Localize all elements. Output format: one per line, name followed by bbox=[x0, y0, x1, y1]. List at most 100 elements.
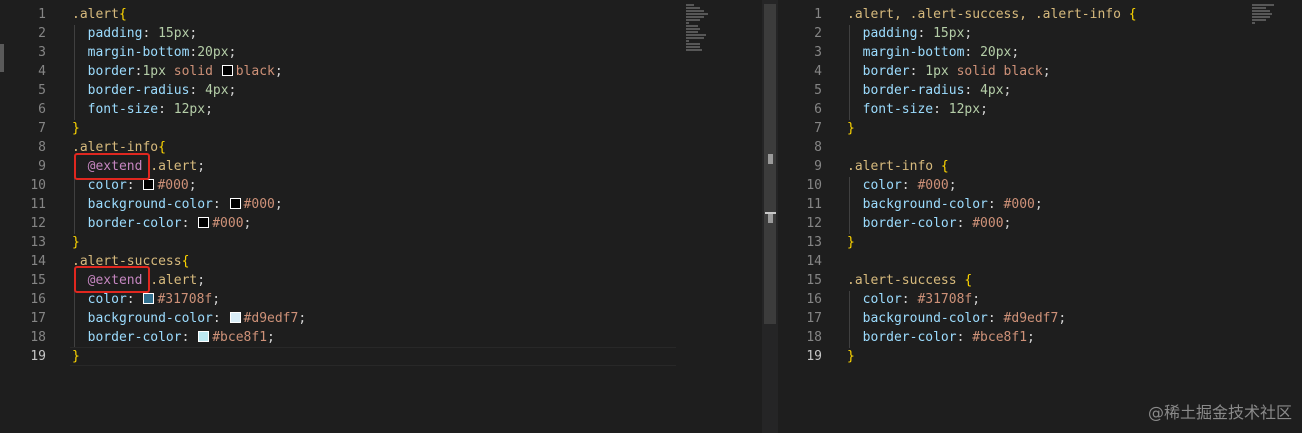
code-line[interactable]: 5 border-radius: 4px; bbox=[778, 81, 1302, 100]
code-line[interactable]: 11 background-color: #000; bbox=[0, 195, 762, 214]
code-text[interactable]: border:1px solid black; bbox=[72, 62, 283, 81]
code-line[interactable]: 18 border-color: #bce8f1; bbox=[778, 328, 1302, 347]
code-text[interactable]: background-color: #d9edf7; bbox=[847, 309, 1067, 328]
code-text[interactable]: border-radius: 4px; bbox=[847, 81, 1012, 100]
color-swatch-icon[interactable] bbox=[229, 198, 241, 209]
code-text[interactable]: color: #31708f; bbox=[847, 290, 980, 309]
code-token: : bbox=[126, 292, 143, 307]
code-text[interactable]: .alert-success { bbox=[847, 271, 972, 290]
code-text[interactable]: } bbox=[847, 347, 855, 366]
code-line[interactable]: 16 color: #31708f; bbox=[778, 290, 1302, 309]
color-swatch-icon[interactable] bbox=[143, 293, 155, 304]
right-minimap[interactable] bbox=[1252, 4, 1276, 25]
color-swatch-icon[interactable] bbox=[229, 312, 241, 323]
code-line[interactable]: 15 .alert-success { bbox=[778, 271, 1302, 290]
code-token: #000 bbox=[157, 178, 189, 193]
left-editor-pane[interactable]: 1 .alert{2 padding: 15px; 3 margin-bottom:… bbox=[0, 0, 762, 433]
code-line[interactable]: 13} bbox=[778, 233, 1302, 252]
right-editor-pane[interactable]: 1 .alert, .alert-success, .alert-info {2 … bbox=[778, 0, 1302, 433]
code-line[interactable]: 4 border: 1px solid black; bbox=[778, 62, 1302, 81]
code-line[interactable]: 17 background-color: #d9edf7; bbox=[0, 309, 762, 328]
line-number: 12 bbox=[806, 216, 822, 231]
code-text[interactable]: } bbox=[847, 233, 855, 252]
code-text[interactable]: border-radius: 4px; bbox=[72, 81, 237, 100]
code-text[interactable]: } bbox=[72, 347, 80, 366]
code-text[interactable]: border-color: #bce8f1; bbox=[847, 328, 1035, 347]
code-line[interactable]: 12 border-color: #000; bbox=[0, 214, 762, 233]
right-code-lines[interactable]: 1 .alert, .alert-success, .alert-info {2 … bbox=[778, 5, 1302, 366]
code-text[interactable]: } bbox=[72, 119, 80, 138]
code-text[interactable]: background-color: #000; bbox=[72, 195, 283, 214]
color-swatch-icon[interactable] bbox=[143, 179, 155, 190]
code-line[interactable]: 2 padding: 15px; bbox=[0, 24, 762, 43]
code-token: } bbox=[847, 121, 855, 136]
code-text[interactable]: padding: 15px; bbox=[847, 24, 973, 43]
color-swatch-icon[interactable] bbox=[221, 65, 233, 76]
code-text[interactable]: font-size: 12px; bbox=[847, 100, 988, 119]
left-minimap[interactable] bbox=[686, 4, 710, 52]
code-token: margin-bottom bbox=[87, 45, 190, 60]
code-line[interactable]: 5 border-radius: 4px; bbox=[0, 81, 762, 100]
splitter-marker bbox=[768, 214, 773, 223]
code-line[interactable]: 14 bbox=[778, 252, 1302, 271]
code-line[interactable]: 13} bbox=[0, 233, 762, 252]
code-line[interactable]: 6 font-size: 12px; bbox=[0, 100, 762, 119]
code-line[interactable]: 4 border:1px solid black; bbox=[0, 62, 762, 81]
code-line[interactable]: 3 margin-bottom: 20px; bbox=[778, 43, 1302, 62]
code-text[interactable]: } bbox=[72, 233, 80, 252]
code-text[interactable]: padding: 15px; bbox=[72, 24, 198, 43]
watermark: @稀土掘金技术社区 bbox=[1147, 403, 1292, 422]
code-line[interactable]: 6 font-size: 12px; bbox=[778, 100, 1302, 119]
code-token: .alert bbox=[72, 7, 119, 22]
code-line[interactable]: 10 color: #000; bbox=[778, 176, 1302, 195]
code-line[interactable]: 9 .alert-info { bbox=[778, 157, 1302, 176]
code-text[interactable]: border-color: #000; bbox=[847, 214, 1012, 233]
color-swatch-icon[interactable] bbox=[198, 217, 210, 228]
code-token: : bbox=[901, 292, 918, 307]
line-number: 1 bbox=[814, 7, 822, 22]
code-token: : bbox=[212, 311, 229, 326]
line-number: 6 bbox=[38, 102, 46, 117]
code-text[interactable]: margin-bottom:20px; bbox=[72, 43, 237, 62]
left-scrollbar-thumb[interactable] bbox=[764, 4, 776, 324]
code-line[interactable]: 7} bbox=[0, 119, 762, 138]
code-text[interactable]: border-color: #000; bbox=[72, 214, 252, 233]
code-text[interactable]: border-color: #bce8f1; bbox=[72, 328, 275, 347]
code-text[interactable]: font-size: 12px; bbox=[72, 100, 213, 119]
code-token: } bbox=[72, 121, 80, 136]
code-line[interactable]: 1 .alert{ bbox=[0, 5, 762, 24]
code-line[interactable]: 8 bbox=[778, 138, 1302, 157]
color-swatch-icon[interactable] bbox=[198, 331, 210, 342]
code-line[interactable]: 1 .alert, .alert-success, .alert-info { bbox=[778, 5, 1302, 24]
line-number: 19 bbox=[806, 349, 822, 364]
code-line[interactable]: 17 background-color: #d9edf7; bbox=[778, 309, 1302, 328]
code-token: padding bbox=[862, 26, 918, 41]
code-token: { bbox=[1128, 7, 1137, 22]
code-text[interactable]: color: #000; bbox=[847, 176, 957, 195]
code-text[interactable]: .alert, .alert-success, .alert-info { bbox=[847, 5, 1137, 24]
code-text[interactable]: margin-bottom: 20px; bbox=[847, 43, 1020, 62]
code-text[interactable]: background-color: #d9edf7; bbox=[72, 309, 307, 328]
line-number: 17 bbox=[806, 311, 822, 326]
line-number: 8 bbox=[814, 140, 822, 155]
pane-splitter[interactable] bbox=[762, 0, 778, 433]
code-token: { bbox=[964, 273, 973, 288]
code-line[interactable]: 12 border-color: #000; bbox=[778, 214, 1302, 233]
code-line[interactable]: 19} bbox=[0, 347, 762, 366]
code-line[interactable]: 2 padding: 15px; bbox=[778, 24, 1302, 43]
code-line[interactable]: 19} bbox=[778, 347, 1302, 366]
code-text[interactable]: .alert-info { bbox=[847, 157, 949, 176]
code-text[interactable]: .alert{ bbox=[72, 5, 127, 24]
code-token: #000 bbox=[243, 197, 275, 212]
code-text[interactable]: background-color: #000; bbox=[847, 195, 1043, 214]
code-line[interactable]: 11 background-color: #000; bbox=[778, 195, 1302, 214]
code-text[interactable]: } bbox=[847, 119, 855, 138]
code-line[interactable]: 7} bbox=[778, 119, 1302, 138]
code-text[interactable]: border: 1px solid black; bbox=[847, 62, 1051, 81]
left-code-lines[interactable]: 1 .alert{2 padding: 15px; 3 margin-bottom:… bbox=[0, 5, 762, 366]
code-line[interactable]: 3 margin-bottom:20px; bbox=[0, 43, 762, 62]
code-line[interactable]: 18 border-color: #bce8f1; bbox=[0, 328, 762, 347]
